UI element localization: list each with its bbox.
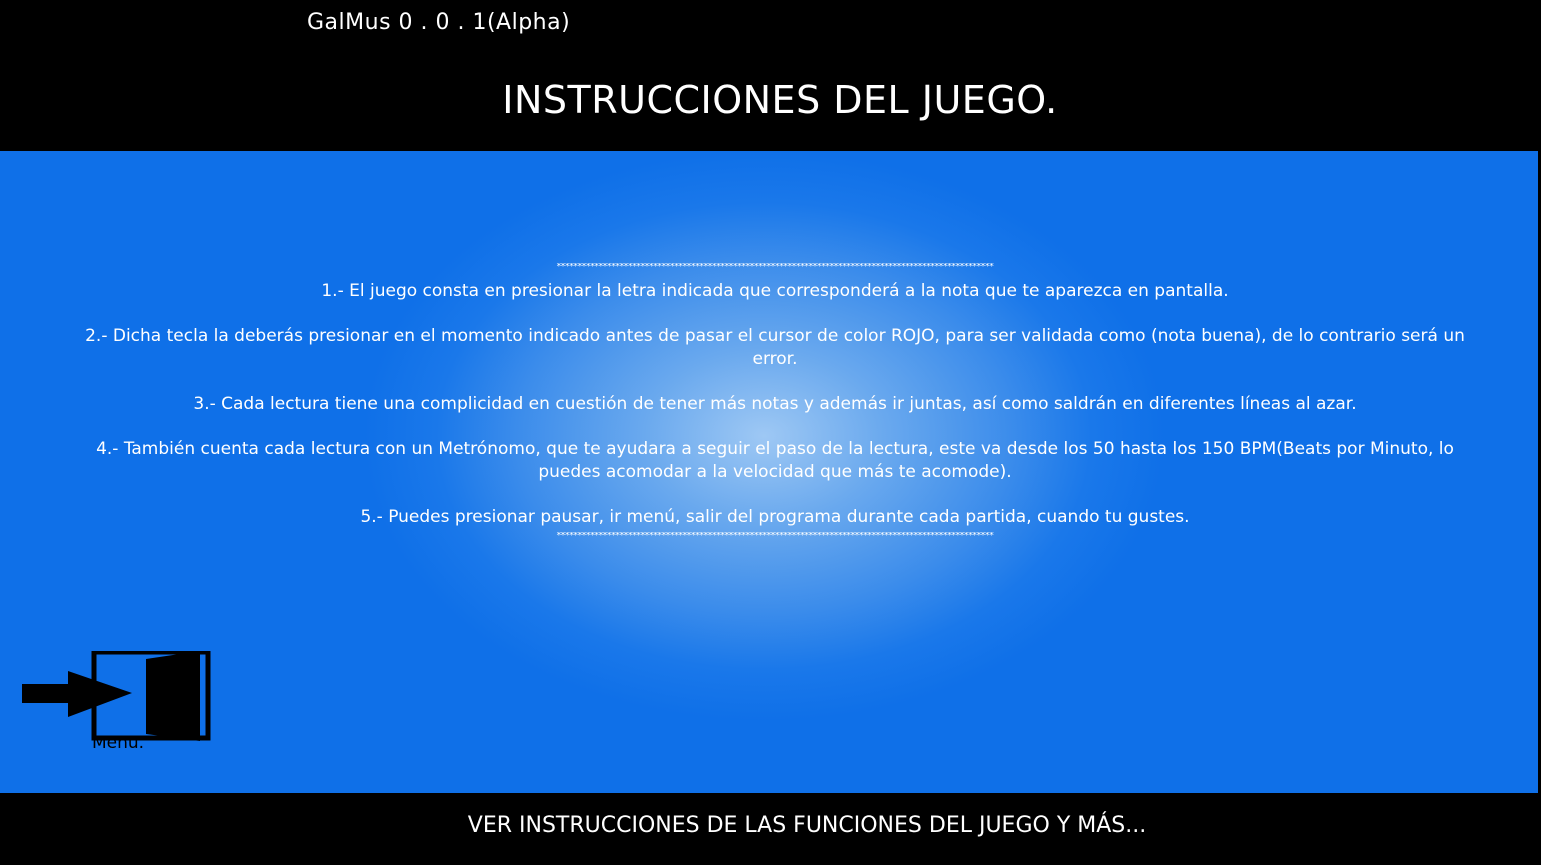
- more-instructions-button[interactable]: VER INSTRUCCIONES DE LAS FUNCIONES DEL J…: [2, 793, 1539, 865]
- menu-label: Menu.: [92, 733, 145, 753]
- exit-door-icon: [22, 651, 211, 741]
- header-bar: GalMus 0 . 0 . 1(Alpha) INSTRUCCIONES DE…: [0, 0, 1541, 151]
- page-title: INSTRUCCIONES DEL JUEGO.: [502, 78, 1058, 122]
- instructions-text: ****************************************…: [75, 263, 1475, 541]
- instruction-item-3: 3.- Cada lectura tiene una complicidad e…: [193, 394, 1357, 414]
- instructions-panel: ****************************************…: [0, 151, 1538, 793]
- instruction-item-2: 2.- Dicha tecla la deberás presionar en …: [85, 326, 1465, 369]
- menu-button[interactable]: Menu.: [20, 651, 215, 756]
- game-window: GalMus 0 . 0 . 1(Alpha) INSTRUCCIONES DE…: [0, 0, 1541, 865]
- separator-bottom: ****************************************…: [556, 532, 994, 541]
- instruction-item-1: 1.- El juego consta en presionar la letr…: [321, 281, 1229, 301]
- app-title: GalMus 0 . 0 . 1(Alpha): [307, 10, 571, 35]
- instruction-item-5: 5.- Puedes presionar pausar, ir menú, sa…: [360, 507, 1190, 527]
- more-instructions-label: VER INSTRUCCIONES DE LAS FUNCIONES DEL J…: [467, 813, 1147, 838]
- instruction-item-4: 4.- También cuenta cada lectura con un M…: [96, 439, 1454, 482]
- separator-top: ****************************************…: [556, 263, 994, 272]
